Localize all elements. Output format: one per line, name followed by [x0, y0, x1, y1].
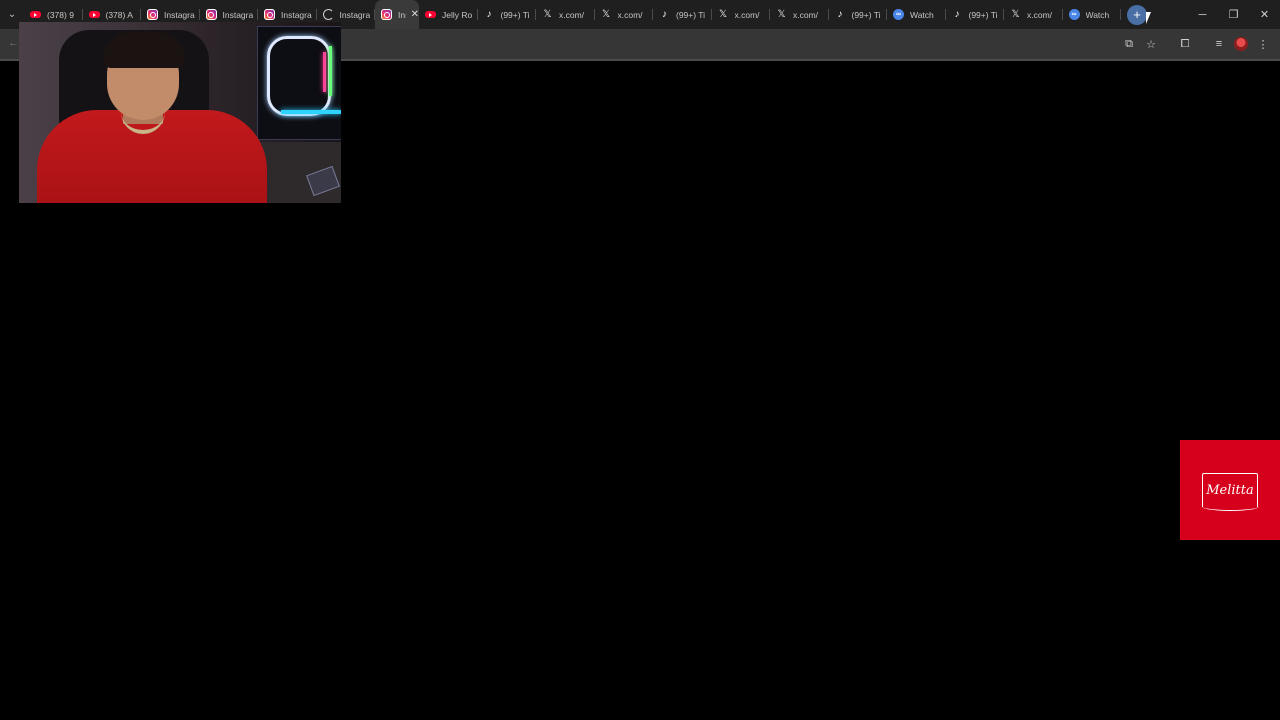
tab-title: Watch [910, 9, 934, 20]
tab-title: x.com/ [793, 9, 819, 20]
tab-title: (378) 9 [47, 9, 74, 20]
minimize-button[interactable]: ─ [1187, 0, 1218, 29]
youtube-icon [30, 11, 41, 18]
install-app-button[interactable]: ⧉ [1118, 29, 1140, 59]
sponsor-wordmark: Melitta [1206, 483, 1254, 498]
pink-led-strip [323, 52, 326, 92]
window-controls: ─ ❐ ✕ [1187, 0, 1280, 29]
browser-tab[interactable]: 𝕏x.com/ [712, 0, 771, 29]
tab-title: Instagra [281, 9, 312, 20]
instagram-icon [381, 9, 392, 20]
avatar [1234, 37, 1248, 51]
browser-tab[interactable]: ♪ (99+) Ti [946, 0, 1005, 29]
tab-title: (99+) Ti [676, 9, 706, 20]
tiktok-icon: ♪ [837, 8, 843, 20]
browser-tab[interactable]: ♪ (99+) Ti [478, 0, 537, 29]
tab-title: Instagra [339, 9, 371, 20]
browser-tab[interactable]: 𝕏x.com/ [536, 0, 595, 29]
tab-title: x.com/ [559, 9, 585, 20]
restore-icon: ❐ [1228, 9, 1239, 21]
tab-title: Instagra [164, 9, 195, 20]
x-icon: 𝕏 [543, 8, 552, 20]
tab-title: Watch [1085, 9, 1110, 20]
plus-icon: + [1133, 7, 1141, 22]
youtube-icon [425, 11, 436, 18]
sponsor-logo: Melitta [1180, 440, 1280, 540]
watch-icon: ∞ [1068, 9, 1080, 20]
green-led-strip [329, 46, 332, 96]
arrow-left-icon: ← [8, 37, 19, 49]
minimize-icon: ─ [1198, 8, 1207, 21]
tab-title: x.com/ [617, 9, 643, 20]
instagram-icon [264, 9, 275, 20]
loading-icon [322, 9, 334, 20]
close-window-button[interactable]: ✕ [1249, 0, 1280, 29]
browser-tab[interactable]: ♪ (99+) Ti [829, 0, 888, 29]
tab-title: (99+) Ti [851, 9, 881, 20]
cyan-led-strip [281, 110, 341, 114]
kebab-menu-icon: ⋮ [1257, 38, 1269, 51]
tiktok-icon: ♪ [486, 8, 492, 20]
tab-title: Jelly Ro [442, 9, 473, 20]
restore-button[interactable]: ❐ [1218, 0, 1249, 29]
tab-title: (99+) Ti [968, 9, 998, 20]
profile-button[interactable] [1230, 29, 1252, 59]
pc-led-light [267, 36, 331, 116]
tab-title: (378) A [105, 9, 133, 20]
chevron-down-icon: ⌄ [7, 9, 17, 20]
youtube-icon [88, 11, 100, 18]
x-icon: 𝕏 [601, 8, 611, 20]
x-icon: 𝕏 [1011, 8, 1020, 20]
browser-tab[interactable]: Jelly Ro [419, 0, 478, 29]
bookmark-button[interactable]: ☆ [1140, 29, 1162, 59]
tab-title: x.com/ [734, 9, 760, 20]
browser-tab[interactable]: ∞ Watch [1063, 0, 1122, 29]
tab-close-icon[interactable]: ✕ [411, 9, 419, 20]
browser-tab[interactable]: 𝕏x.com/ [1004, 0, 1063, 29]
toolbar-actions: ⧉ ☆ ⧠ ≡ ⋮ [1118, 29, 1274, 59]
webcam-overlay [19, 22, 341, 203]
install-icon: ⧉ [1125, 37, 1133, 50]
browser-tab[interactable]: ∞ Watch [887, 0, 946, 29]
browser-tab[interactable]: Ins ✕ [375, 0, 419, 29]
back-button[interactable]: ← [8, 37, 19, 49]
extensions-button[interactable]: ⧠ [1174, 29, 1196, 59]
x-icon: 𝕏 [777, 8, 786, 20]
tab-title: x.com/ [1027, 9, 1053, 20]
browser-tab[interactable]: ♪ (99+) Ti [653, 0, 712, 29]
tiktok-icon: ♪ [954, 8, 960, 20]
sponsor-emblem: Melitta [1201, 473, 1259, 511]
menu-button[interactable]: ⋮ [1252, 29, 1274, 59]
new-tab-button[interactable]: + [1127, 4, 1147, 25]
instagram-icon [205, 9, 217, 20]
star-icon: ☆ [1146, 38, 1156, 51]
tab-title: (99+) Ti [500, 9, 530, 20]
media-queue-icon: ≡ [1215, 38, 1223, 50]
media-controls-button[interactable]: ≡ [1208, 29, 1230, 59]
browser-tab[interactable]: 𝕏x.com/ [595, 0, 654, 29]
browser-tab[interactable]: 𝕏x.com/ [770, 0, 829, 29]
close-icon: ✕ [1259, 9, 1270, 21]
instagram-icon [147, 9, 158, 20]
streamer-hair [103, 32, 185, 68]
watch-icon: ∞ [893, 9, 904, 20]
mouse-cursor [1146, 12, 1156, 24]
tiktok-icon: ♪ [662, 8, 667, 20]
puzzle-icon: ⧠ [1180, 37, 1190, 50]
tab-title: Ins [398, 9, 406, 20]
x-icon: 𝕏 [718, 8, 728, 20]
tab-title: Instagra [222, 9, 254, 20]
